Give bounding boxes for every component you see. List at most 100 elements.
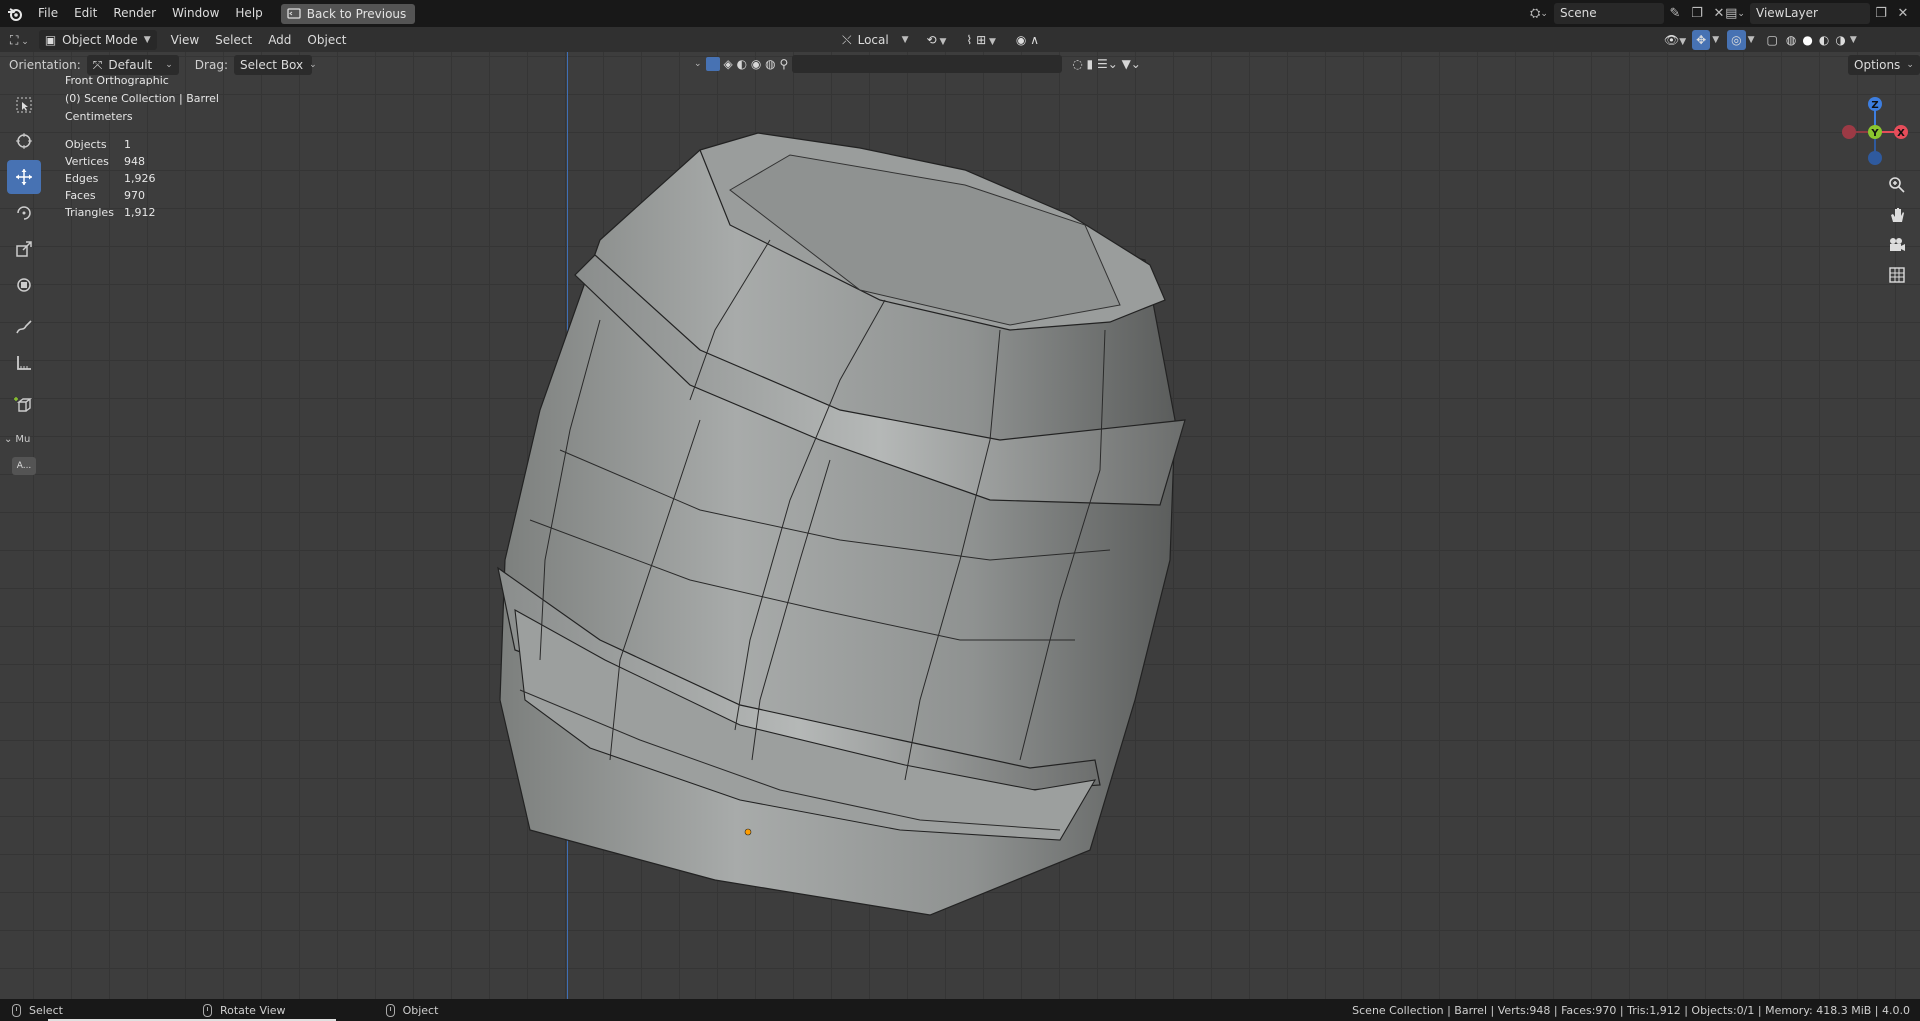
barrel-mesh[interactable] <box>0 52 1920 999</box>
select-box-tool-icon[interactable] <box>7 88 41 122</box>
menu-add[interactable]: Add <box>260 30 299 50</box>
editor-type-icon[interactable]: ⛶ ⌄ <box>0 30 35 50</box>
menu-help[interactable]: Help <box>227 0 270 27</box>
z-axis-label: Z <box>1871 100 1878 111</box>
viewport-header: ⛶ ⌄ ▣ Object Mode ▼ View Select Add Obje… <box>0 27 1920 52</box>
wireframe-shading-icon[interactable]: ◍ <box>1784 30 1798 50</box>
pin-icon[interactable]: ✎ <box>1664 3 1686 24</box>
status-bar: Select Rotate View Object Scene Collecti… <box>0 999 1920 1021</box>
chevron-down-icon: ⌄ <box>4 434 13 445</box>
mouse-middle-icon <box>202 1003 212 1017</box>
top-menu-bar: File Edit Render Window Help Back to Pre… <box>0 0 1920 27</box>
drag-dropdown[interactable]: Select Box ⌄ <box>233 55 317 75</box>
scene-name-field[interactable]: Scene <box>1554 3 1664 24</box>
rotate-tool-icon[interactable] <box>7 196 41 230</box>
menu-select[interactable]: Select <box>207 30 260 50</box>
annotate-tool-icon[interactable] <box>7 310 41 344</box>
close-view-layer-icon[interactable]: ✕ <box>1892 3 1914 24</box>
screen-icon <box>287 8 301 19</box>
mode-label: Object Mode <box>62 32 138 47</box>
orientation-label: Orientation: <box>9 58 81 72</box>
status-select: Select <box>12 1003 63 1017</box>
view-layer-field[interactable]: ViewLayer <box>1750 3 1870 24</box>
stat-triangles: Triangles 1,912 <box>65 206 156 219</box>
chevron-down-icon: ▼ <box>901 34 909 45</box>
view-layer-icon[interactable]: ▤ ⌄ <box>1720 3 1750 24</box>
status-object: Object <box>385 1003 439 1017</box>
neg-z-axis-handle[interactable] <box>1868 151 1882 165</box>
status-object-label: Object <box>402 1003 439 1017</box>
mouse-left-icon <box>12 1003 21 1017</box>
menu-object[interactable]: Object <box>299 30 354 50</box>
chevron-down-icon: ▼ <box>143 34 151 45</box>
cursor-tool-icon[interactable] <box>7 124 41 158</box>
scene-statistics: Scene Collection | Barrel | Verts:948 | … <box>1352 1003 1910 1017</box>
x-axis-label: X <box>1897 128 1905 139</box>
new-scene-icon[interactable]: ❐ <box>1686 3 1708 24</box>
chevron-down-icon: ⌄ <box>309 60 317 70</box>
search-input[interactable] <box>792 55 1063 73</box>
menu-file[interactable]: File <box>30 0 66 27</box>
stat-vertices: Vertices 948 <box>65 155 145 168</box>
mode-dropdown[interactable]: ▣ Object Mode ▼ <box>38 29 157 50</box>
stat-edges: Edges 1,926 <box>65 172 156 185</box>
viewport-info-overlay: Front Orthographic (0) Scene Collection … <box>65 72 219 221</box>
scale-tool-icon[interactable] <box>7 232 41 266</box>
back-to-previous-button[interactable]: Back to Previous <box>280 3 416 24</box>
tool-shelf: ⌄ Mu A... <box>4 88 44 475</box>
filter-icons[interactable]: ◌ ▮ ☰⌄ ▼⌄ <box>1072 57 1141 71</box>
xray-icon[interactable]: ▢ <box>1763 30 1782 50</box>
visibility-icon[interactable]: 👁▼ <box>1660 30 1690 50</box>
pan-hand-icon[interactable] <box>1884 202 1910 228</box>
rendered-shading-icon[interactable]: ◑ <box>1833 30 1847 50</box>
menu-edit[interactable]: Edit <box>66 0 105 27</box>
material-shading-icon[interactable]: ◐ <box>1817 30 1831 50</box>
gizmo-toggle-icon[interactable]: ✥ <box>1692 29 1711 50</box>
mouse-right-icon <box>385 1003 395 1017</box>
options-dropdown[interactable]: Options ⌄ <box>1848 55 1920 75</box>
orientation-icon: ⤬ <box>842 32 852 47</box>
view-layer-selector: ▤ ⌄ ViewLayer ❐ ✕ <box>1720 3 1914 24</box>
pivot-icon[interactable]: ⟲ ▼ <box>919 30 955 50</box>
scene-selector: ⛭ ⌄ Scene ✎ ❐ ✕ <box>1524 3 1730 24</box>
chevron-down-icon[interactable]: ⌄ <box>694 59 702 69</box>
add-cube-tool-icon[interactable] <box>7 388 41 422</box>
overlay-toggle-icon[interactable]: ◎ <box>1727 29 1746 50</box>
drag-label: Drag: <box>194 58 228 72</box>
snap-icon[interactable]: ⌇ ⊞ ▼ <box>958 30 1004 50</box>
options-label: Options <box>1854 58 1901 72</box>
navigation-buttons <box>1884 172 1910 288</box>
measure-tool-icon[interactable] <box>7 346 41 380</box>
menu-view[interactable]: View <box>163 30 207 50</box>
new-view-layer-icon[interactable]: ❐ <box>1870 3 1892 24</box>
back-to-previous-label: Back to Previous <box>306 6 407 21</box>
grid-ortho-icon[interactable] <box>1884 262 1910 288</box>
neg-x-axis-handle[interactable] <box>1842 125 1856 139</box>
units-label: Centimeters <box>65 110 133 123</box>
3d-viewport[interactable]: Orientation: ⤧ Default ⌄ Drag: Select Bo… <box>0 52 1920 999</box>
collection-path: (0) Scene Collection | Barrel <box>65 92 219 105</box>
blender-logo-icon[interactable] <box>0 0 30 27</box>
camera-icon[interactable] <box>1884 232 1910 258</box>
stat-faces: Faces 970 <box>65 189 145 202</box>
navigation-gizmo[interactable]: Z X Y <box>1830 88 1920 178</box>
chevron-down-icon: ⌄ <box>1906 60 1914 70</box>
panel-collapse[interactable]: ⌄ Mu <box>4 434 44 445</box>
tool-settings-bar: Orientation: ⤧ Default ⌄ Drag: Select Bo… <box>0 52 1920 78</box>
transform-orientation-dropdown[interactable]: ⤬ Local ▼ <box>836 30 915 50</box>
zoom-icon[interactable] <box>1884 172 1910 198</box>
solid-shading-icon[interactable]: ● <box>1800 30 1814 50</box>
menu-render[interactable]: Render <box>105 0 164 27</box>
filter-mesh-icon[interactable]: ◈ ◐ ◉ ◍ ⚲ <box>724 57 789 71</box>
view-name: Front Orthographic <box>65 74 169 87</box>
drag-value: Select Box <box>239 58 304 72</box>
select-mode-icon[interactable] <box>705 57 720 71</box>
panel-button[interactable]: A... <box>12 457 36 475</box>
scene-icon[interactable]: ⛭ ⌄ <box>1524 3 1554 24</box>
stat-objects: Objects 1 <box>65 138 131 151</box>
move-tool-icon[interactable] <box>7 160 41 194</box>
proportional-edit-icon[interactable]: ◉ ∧ <box>1008 30 1047 50</box>
menu-window[interactable]: Window <box>164 0 227 27</box>
transform-tool-icon[interactable] <box>7 268 41 302</box>
object-mode-icon: ▣ <box>44 32 57 47</box>
